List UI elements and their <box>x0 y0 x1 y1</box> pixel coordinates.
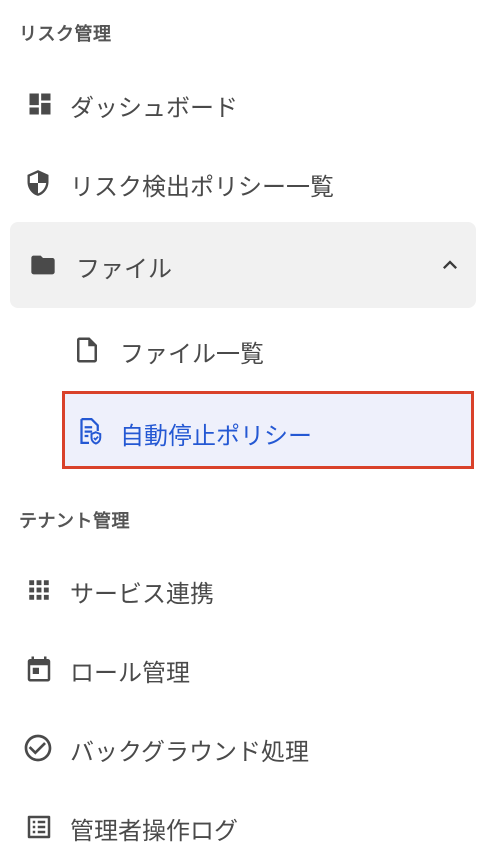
sidebar-item-dashboard[interactable]: ダッシュボード <box>10 78 476 130</box>
section-header-risk-management: リスク管理 <box>19 24 112 45</box>
apps-grid-icon <box>26 577 52 603</box>
sidebar-item-label: 自動停止ポリシー <box>120 422 312 450</box>
sidebar-item-label: 管理者操作ログ <box>70 817 238 845</box>
sidebar-item-background-processing[interactable]: バックグラウンド処理 <box>10 722 476 774</box>
sidebar-item-file-list[interactable]: ファイル一覧 <box>62 324 474 376</box>
section-header-tenant-management: テナント管理 <box>19 511 130 532</box>
folder-icon <box>28 251 58 279</box>
sidebar-item-label: リスク検出ポリシー一覧 <box>70 173 334 201</box>
sidebar-item-role-management[interactable]: ロール管理 <box>10 643 476 695</box>
shield-icon <box>24 169 52 197</box>
dashboard-icon <box>26 90 54 118</box>
sidebar-item-label: ファイル一覧 <box>120 340 264 368</box>
sidebar-item-label: ファイル <box>76 255 172 283</box>
sidebar-item-admin-log[interactable]: 管理者操作ログ <box>10 801 476 853</box>
sidebar-item-label: サービス連携 <box>70 580 214 608</box>
sidebar-item-files[interactable]: ファイル <box>10 222 476 308</box>
calendar-icon <box>24 654 54 684</box>
sidebar-item-label: ダッシュボード <box>70 94 238 122</box>
chevron-up-icon[interactable] <box>436 251 464 279</box>
sidebar-item-risk-policy-list[interactable]: リスク検出ポリシー一覧 <box>10 157 476 209</box>
policy-document-icon <box>74 415 104 447</box>
sidebar-item-label: バックグラウンド処理 <box>70 738 310 766</box>
check-circle-icon <box>22 732 54 764</box>
sidebar-item-service-integration[interactable]: サービス連携 <box>10 564 476 616</box>
document-icon <box>72 334 102 366</box>
sidebar-item-label: ロール管理 <box>70 659 190 687</box>
list-alt-icon <box>24 812 54 842</box>
sidebar-item-auto-stop-policy[interactable]: 自動停止ポリシー <box>62 391 474 469</box>
